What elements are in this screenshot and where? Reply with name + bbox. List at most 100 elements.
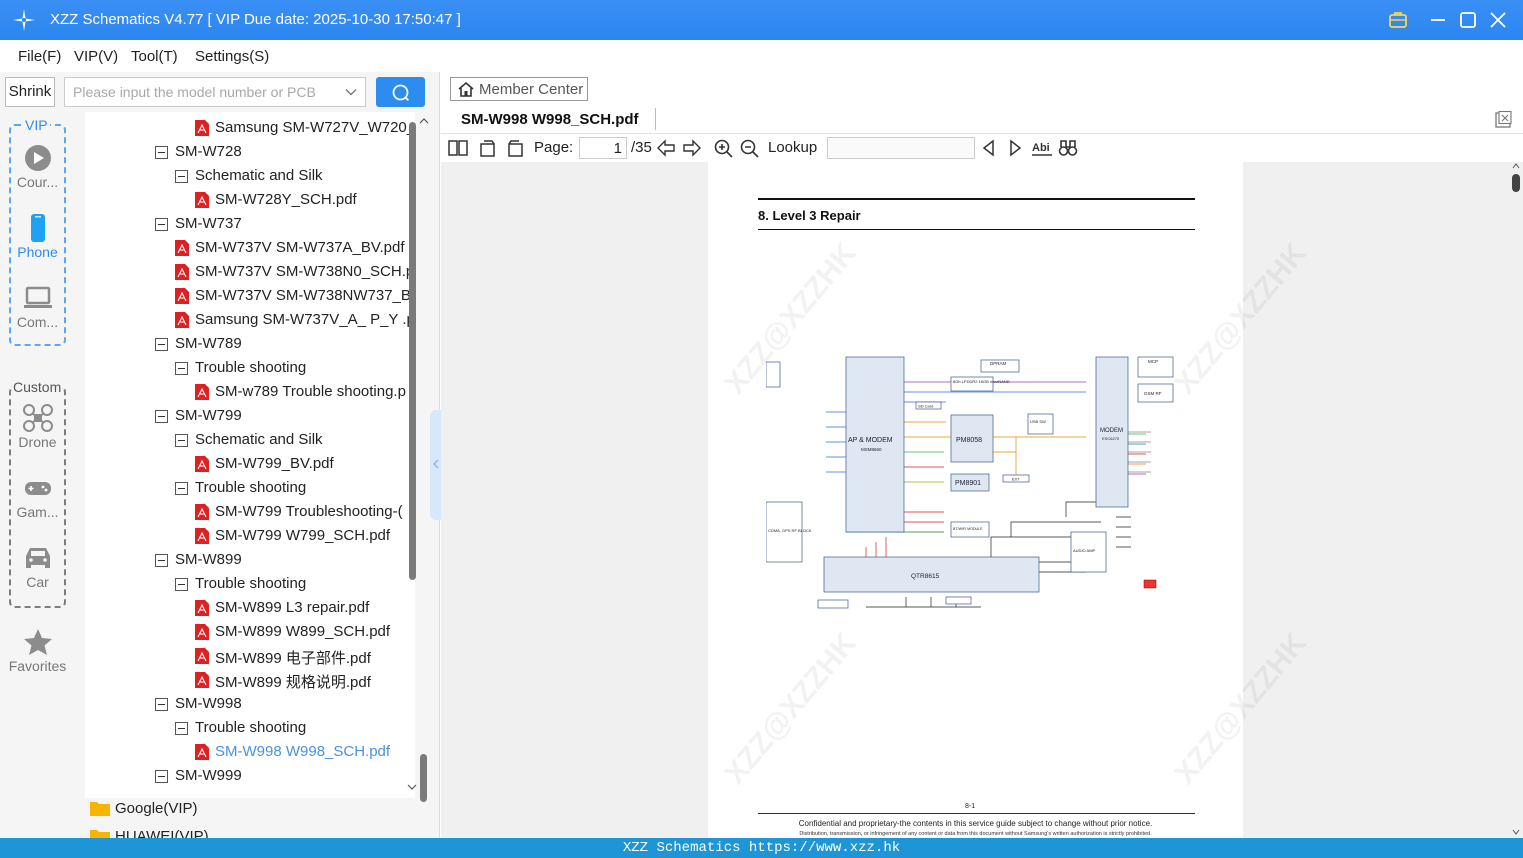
document-tab[interactable]: SM-W998 W998_SCH.pdf	[461, 111, 639, 128]
rotate-right-icon[interactable]	[505, 138, 525, 158]
member-center-label: Member Center	[479, 81, 584, 98]
binoculars-icon[interactable]	[1058, 138, 1078, 158]
collapse-toggle-icon[interactable]	[175, 362, 188, 375]
pm8058-label: PM8058	[956, 437, 982, 444]
pdf-page: 8. Level 3 Repair XZZ@XZZHK XZZ@XZZHK XZ…	[708, 162, 1313, 838]
collapse-toggle-icon[interactable]	[175, 578, 188, 591]
pdf-viewer[interactable]: 8. Level 3 Repair XZZ@XZZHK XZZ@XZZHK XZ…	[441, 162, 1523, 838]
play-icon	[24, 145, 51, 171]
tree-item-label: SM-W737V SM-W738N0_SCH.p	[195, 263, 415, 280]
find-prev-icon[interactable]	[979, 138, 999, 158]
ap-modem-label: AP & MODEM	[848, 437, 893, 444]
close-button[interactable]	[1486, 8, 1510, 32]
scroll-down-icon[interactable]	[1512, 828, 1520, 836]
small-block	[817, 599, 849, 609]
cdma-rf-label: CDMA, GPS RF BLOCK	[768, 528, 812, 533]
menu-vip[interactable]: VIP(V)	[74, 48, 118, 65]
viewer-scrollbar-thumb[interactable]	[1512, 174, 1520, 192]
tree-item-label: SM-W899 规格说明.pdf	[215, 674, 371, 691]
header-rule	[758, 198, 1195, 200]
pdf-file-icon	[195, 384, 209, 400]
pdf-file-icon	[195, 624, 209, 640]
category-course[interactable]: Cour...	[0, 144, 75, 190]
category-favorites[interactable]: Favorites	[0, 628, 75, 674]
collapse-toggle-icon[interactable]	[175, 482, 188, 495]
lookup-input[interactable]	[827, 137, 975, 159]
document-tab-bar: SM-W998 W998_SCH.pdf	[441, 106, 1523, 134]
watermark: XZZ@XZZHK	[1168, 626, 1313, 791]
status-bar: XZZ Schematics https://www.xzz.hk	[0, 838, 1523, 858]
minimize-button[interactable]	[1426, 8, 1450, 32]
collapse-toggle-icon[interactable]	[175, 722, 188, 735]
match-case-icon[interactable]: Abi	[1031, 138, 1053, 158]
tree-scrollbar-thumb[interactable]	[409, 122, 416, 580]
next-page-arrow-icon[interactable]	[682, 138, 702, 158]
category-computer-label: Com...	[16, 314, 59, 330]
zoom-in-icon[interactable]	[713, 138, 733, 158]
rotate-left-icon[interactable]	[478, 138, 498, 158]
app-window: XZZ Schematics V4.77 [ VIP Due date: 202…	[0, 0, 1523, 858]
tree-item-label: Schematic and Silk	[195, 431, 323, 448]
page-number-input[interactable]	[579, 137, 627, 159]
tree-item-label: Trouble shooting	[195, 479, 307, 496]
category-game[interactable]: Gam...	[0, 474, 75, 520]
page-label: Page:	[534, 139, 574, 156]
lpddr-label: 8Gb LPDDR2 16GB moviNAND	[953, 379, 1010, 384]
distribution-notice: Distribution, transmission, or infringem…	[799, 831, 1152, 837]
custom-group-label: Custom	[12, 379, 63, 395]
tab-close-icon[interactable]	[1494, 111, 1512, 129]
member-center-button[interactable]: Member Center	[450, 77, 588, 101]
collapse-toggle-icon[interactable]	[175, 170, 188, 183]
tree-item-label: SM-W999	[175, 767, 242, 784]
category-drone[interactable]: Drone	[0, 404, 75, 450]
tree-item-label: Trouble shooting	[195, 575, 307, 592]
usb-switch-block	[1027, 413, 1054, 435]
collapse-toggle-icon[interactable]	[175, 434, 188, 447]
tree-item-label: Samsung SM-W727V_W720_W7	[215, 119, 415, 136]
prev-page-arrow-icon[interactable]	[656, 138, 676, 158]
two-page-icon[interactable]	[448, 138, 468, 158]
find-next-icon[interactable]	[1005, 138, 1025, 158]
scroll-up-icon[interactable]	[418, 116, 430, 126]
small-block	[945, 596, 972, 605]
shrink-button[interactable]: Shrink	[5, 77, 55, 107]
outer-scrollbar-thumb[interactable]	[420, 754, 427, 802]
category-phone[interactable]: Phone	[0, 214, 75, 260]
briefcase-icon[interactable]	[1386, 8, 1410, 32]
category-car[interactable]: Car	[0, 544, 75, 590]
menu-tool[interactable]: Tool(T)	[131, 48, 178, 65]
maximize-button[interactable]	[1456, 8, 1480, 32]
gsm-rf-label: GSM RF	[1144, 391, 1162, 396]
watermark: XZZ@XZZHK	[718, 626, 863, 791]
category-computer[interactable]: Com...	[0, 284, 75, 330]
tree-item-label: SM-W998	[175, 695, 242, 712]
collapse-toggle-icon[interactable]	[155, 770, 168, 783]
page-number-text: 8-1	[965, 803, 976, 810]
collapse-toggle-icon[interactable]	[155, 554, 168, 567]
collapse-toggle-icon[interactable]	[155, 218, 168, 231]
viewer-scrollbar[interactable]	[1509, 162, 1523, 838]
mcp-label: MCP	[1148, 359, 1158, 364]
menu-settings[interactable]: Settings(S)	[195, 48, 269, 65]
tree-item-label: SM-W799 Troubleshooting-(	[215, 503, 403, 520]
collapse-toggle-icon[interactable]	[155, 410, 168, 423]
collapse-toggle-icon[interactable]	[155, 338, 168, 351]
menu-bar: File(F) VIP(V) Tool(T) Settings(S)	[0, 40, 1523, 72]
tree-item-label: SM-W728Y_SCH.pdf	[215, 191, 357, 208]
svg-text:Abi: Abi	[1032, 142, 1050, 154]
chevron-down-icon[interactable]	[345, 86, 357, 98]
category-phone-label: Phone	[17, 244, 58, 260]
zoom-out-icon[interactable]	[739, 138, 759, 158]
scroll-up-icon[interactable]	[1512, 162, 1520, 170]
phone-icon	[30, 214, 45, 242]
collapse-toggle-icon[interactable]	[155, 146, 168, 159]
menu-file[interactable]: File(F)	[18, 48, 61, 65]
tree-item-label: SM-W998 W998_SCH.pdf	[215, 743, 391, 760]
tree-item-label: SM-W899 L3 repair.pdf	[215, 599, 370, 616]
collapse-toggle-icon[interactable]	[155, 698, 168, 711]
scroll-down-icon[interactable]	[406, 782, 418, 792]
tree-item-label: SM-W799	[175, 407, 242, 424]
tree-item-label: Trouble shooting	[195, 359, 307, 376]
model-search-input[interactable]	[65, 78, 340, 106]
search-button[interactable]	[376, 77, 425, 107]
